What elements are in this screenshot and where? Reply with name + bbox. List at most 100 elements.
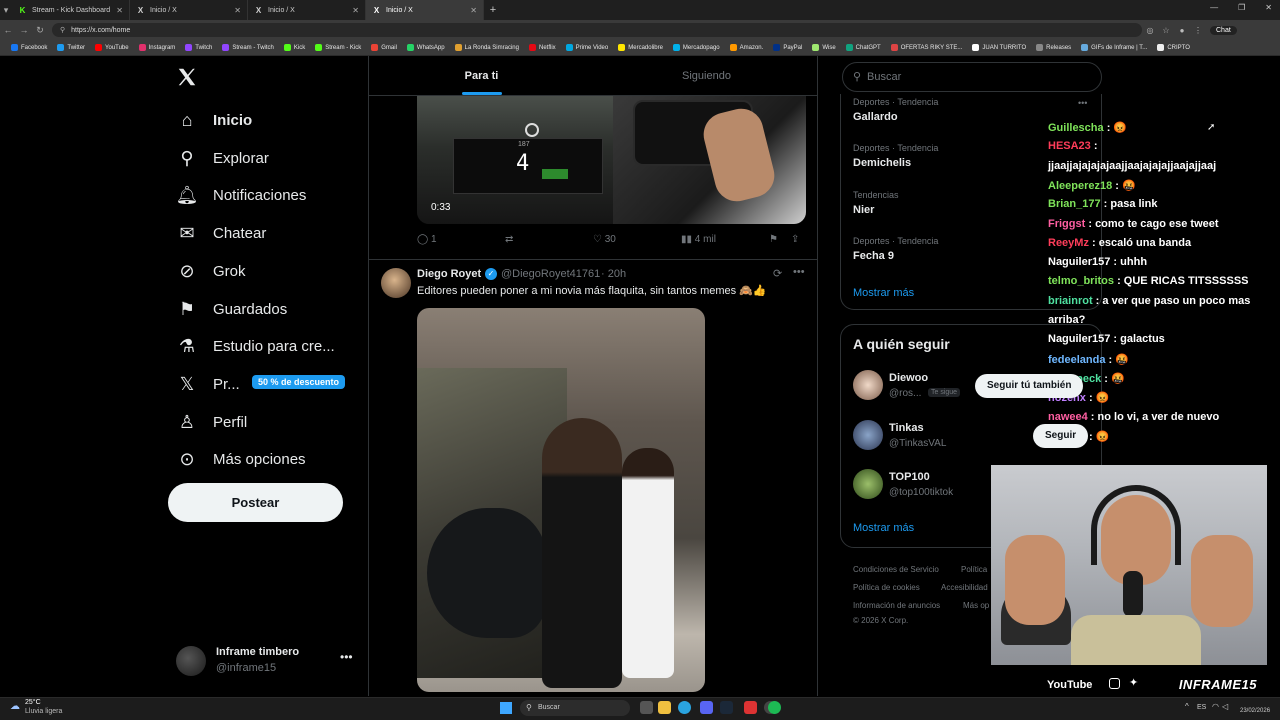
bookmark-item[interactable]: Kick bbox=[279, 44, 310, 51]
footer-privacy-link[interactable]: Política bbox=[961, 565, 987, 574]
menu-dots-icon[interactable]: ⋮ bbox=[1190, 26, 1206, 35]
sidebar-item-bell[interactable]: 🔔︎ Notificaciones bbox=[176, 184, 307, 206]
tweet-more-icon[interactable]: ••• bbox=[793, 266, 805, 278]
show-more-follow-link[interactable]: Mostrar más bbox=[853, 522, 914, 534]
bookmark-item[interactable]: Amazon. bbox=[725, 44, 769, 51]
close-icon[interactable]: ✕ bbox=[352, 6, 359, 15]
bookmark-item[interactable]: Twitter bbox=[52, 44, 90, 51]
search-input[interactable]: ⚲ Buscar bbox=[842, 62, 1102, 92]
sidebar-item-more-circle[interactable]: ⊙ Más opciones bbox=[176, 448, 305, 470]
bookmark-button[interactable]: ⚑ bbox=[769, 234, 778, 245]
bookmark-item[interactable]: Mercadopago bbox=[668, 44, 725, 51]
bookmark-item[interactable]: Mercadolibre bbox=[613, 44, 668, 51]
back-icon[interactable]: ← bbox=[0, 25, 16, 35]
tweet-time[interactable]: · 20h bbox=[601, 268, 626, 280]
windows-start-icon[interactable] bbox=[500, 702, 512, 714]
bookmark-item[interactable]: Twitch bbox=[180, 44, 217, 51]
footer-cookies-link[interactable]: Política de cookies bbox=[853, 583, 920, 592]
more-icon[interactable]: ••• bbox=[340, 650, 353, 664]
bookmark-item[interactable]: Gmail bbox=[366, 44, 402, 51]
task-view-icon[interactable] bbox=[640, 701, 653, 714]
sidebar-item-home[interactable]: ⌂ Inicio bbox=[176, 109, 253, 131]
bookmark-item[interactable]: Stream - Kick bbox=[310, 44, 366, 51]
tab-following[interactable]: Siguiendo bbox=[594, 56, 817, 95]
chat-username[interactable]: briainrot bbox=[1048, 295, 1093, 307]
close-icon[interactable]: ✕ bbox=[116, 6, 123, 15]
sidebar-item-bookmark[interactable]: ⚑ Guardados bbox=[176, 298, 287, 320]
tray-chevron-icon[interactable]: ^ bbox=[1185, 702, 1189, 711]
chat-username[interactable]: Naguiler157 bbox=[1048, 256, 1110, 268]
bookmark-item[interactable]: ChatGPT bbox=[841, 44, 886, 51]
sidebar-item-mail[interactable]: ✉ Chatear bbox=[176, 222, 266, 244]
tab-menu-icon[interactable]: ▾ bbox=[0, 5, 12, 16]
bookmark-item[interactable]: Instagram bbox=[134, 44, 181, 51]
steam-icon[interactable] bbox=[720, 701, 733, 714]
chat-button[interactable]: Chat bbox=[1210, 25, 1237, 35]
retweet-button[interactable]: ⇄ bbox=[505, 234, 513, 245]
star-icon[interactable]: ☆ bbox=[1158, 26, 1174, 35]
chat-username[interactable]: Aleeperez18 bbox=[1048, 180, 1112, 192]
language-indicator[interactable]: ES bbox=[1197, 704, 1206, 711]
share-button[interactable]: ⇪ bbox=[791, 234, 799, 245]
like-button[interactable]: ♡ 30 bbox=[593, 234, 616, 245]
tab-for-you[interactable]: Para ti bbox=[369, 56, 594, 95]
tab-x-home-2[interactable]: X Inicio / X ✕ bbox=[248, 0, 366, 20]
bookmark-item[interactable]: Stream - Twitch bbox=[217, 44, 279, 51]
bookmark-item[interactable]: Facebook bbox=[6, 44, 52, 51]
volume-icon[interactable]: ◁ bbox=[1222, 702, 1228, 711]
weather-icon[interactable]: ☁ bbox=[10, 701, 20, 712]
trend-name[interactable]: Gallardo bbox=[853, 111, 898, 123]
extension-icon[interactable]: ◎ bbox=[1142, 26, 1158, 35]
follow-button[interactable]: Seguir bbox=[1033, 424, 1089, 448]
tab-x-home-1[interactable]: X Inicio / X ✕ bbox=[130, 0, 248, 20]
chat-username[interactable]: telmo_britos bbox=[1048, 275, 1114, 287]
close-icon[interactable]: ✕ bbox=[470, 6, 477, 15]
spotify-icon[interactable] bbox=[768, 701, 781, 714]
views-button[interactable]: ▮▮ 4 mil bbox=[681, 234, 716, 245]
bookmark-item[interactable]: Releases bbox=[1031, 44, 1076, 51]
tweet-author-handle[interactable]: @DiegoRoyet41761 bbox=[501, 268, 600, 280]
wifi-icon[interactable]: ◠ bbox=[1212, 702, 1219, 711]
trend-name[interactable]: Fecha 9 bbox=[853, 250, 894, 262]
taskbar-search[interactable]: ⚲ Buscar bbox=[520, 700, 630, 716]
chat-username[interactable]: Naguiler157 bbox=[1048, 333, 1110, 345]
new-tab-button[interactable]: + bbox=[484, 4, 502, 16]
chat-username[interactable]: HESA23 bbox=[1048, 140, 1091, 152]
tweet-image[interactable] bbox=[417, 308, 705, 692]
bookmark-item[interactable]: PayPal bbox=[768, 44, 807, 51]
sidebar-item-creator-studio[interactable]: ⚗ Estudio para cre... bbox=[176, 335, 335, 357]
chat-username[interactable]: Friggst bbox=[1048, 218, 1085, 230]
trend-more-icon[interactable]: ••• bbox=[1078, 98, 1087, 108]
minimize-icon[interactable]: — bbox=[1210, 3, 1218, 12]
bookmark-item[interactable]: Netflix bbox=[524, 44, 561, 51]
bookmark-item[interactable]: YouTube bbox=[90, 44, 134, 51]
reply-button[interactable]: ◯ 1 bbox=[417, 234, 437, 245]
sidebar-item-x-premium[interactable]: 𝕏 Pr... bbox=[176, 373, 240, 395]
sidebar-item-grok[interactable]: ⊘ Grok bbox=[176, 260, 245, 282]
bookmark-item[interactable]: Wise bbox=[807, 44, 840, 51]
chat-username[interactable]: ReeyMz bbox=[1048, 237, 1089, 249]
trend-name[interactable]: Demichelis bbox=[853, 157, 911, 169]
url-input[interactable]: ⚲ https://x.com/home bbox=[52, 23, 1142, 37]
chat-username[interactable]: nawee4 bbox=[1048, 411, 1088, 423]
close-icon[interactable]: ✕ bbox=[234, 6, 241, 15]
footer-terms-link[interactable]: Condiciones de Servicio bbox=[853, 565, 939, 574]
bookmark-item[interactable]: La Ronda Simracing bbox=[450, 44, 524, 51]
maximize-icon[interactable]: ❐ bbox=[1238, 3, 1245, 12]
premium-discount-badge[interactable]: 50 % de descuento bbox=[252, 375, 346, 389]
forward-icon[interactable]: → bbox=[16, 25, 32, 35]
account-switcher[interactable]: Inframe timbero @inframe15 ••• bbox=[176, 644, 356, 678]
follow-back-button[interactable]: Seguir tú también bbox=[975, 374, 1084, 398]
footer-accessibility-link[interactable]: Accesibilidad bbox=[941, 583, 988, 592]
tweet-video[interactable]: 4 187 0:33 bbox=[417, 96, 806, 224]
chat-username[interactable]: fedeelanda bbox=[1048, 354, 1105, 366]
bookmark-item[interactable]: WhatsApp bbox=[402, 44, 450, 51]
bookmark-item[interactable]: CRIPTO bbox=[1152, 44, 1195, 51]
bookmark-item[interactable]: Prime Video bbox=[561, 44, 614, 51]
show-more-trends-link[interactable]: Mostrar más bbox=[853, 287, 914, 299]
tab-kick-dashboard[interactable]: K Stream - Kick Dashboard ✕ bbox=[12, 0, 130, 20]
grok-icon[interactable]: ⟳ bbox=[773, 267, 782, 280]
bookmark-item[interactable]: JUAN TURRITO bbox=[967, 44, 1031, 51]
simracing-app-icon[interactable] bbox=[744, 701, 757, 714]
footer-more-link[interactable]: Más op bbox=[963, 601, 989, 610]
